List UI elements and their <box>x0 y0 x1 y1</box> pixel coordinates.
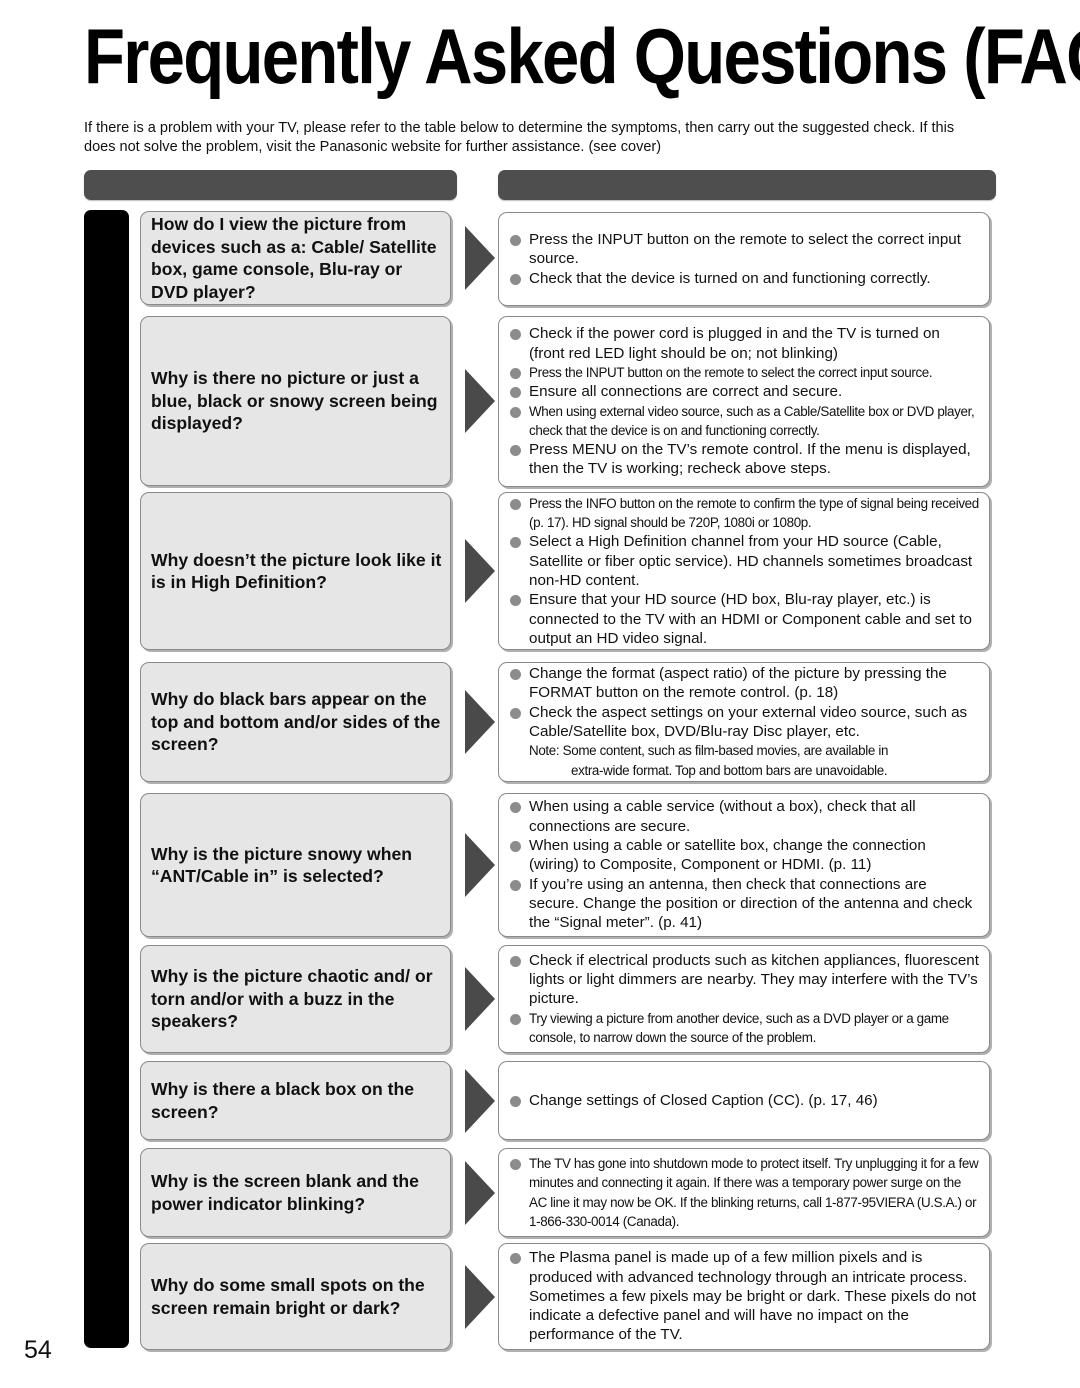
answer-bullet-item: Check if the power cord is plugged in an… <box>509 324 979 363</box>
answer-list: The TV has gone into shutdown mode to pr… <box>509 1154 979 1231</box>
question-text: Why is the screen blank and the power in… <box>151 1171 419 1214</box>
answer-list: Check if the power cord is plugged in an… <box>509 324 979 478</box>
answer-bullet-item: When using a cable or satellite box, cha… <box>509 836 979 875</box>
answer-bullet-item: Change the format (aspect ratio) of the … <box>509 664 979 703</box>
answer-bullet-item: Ensure that your HD source (HD box, Blu-… <box>509 590 979 648</box>
answer-bullet-item: Press the INPUT button on the remote to … <box>509 363 979 382</box>
answer-bullet-item: Press MENU on the TV’s remote control. I… <box>509 440 979 479</box>
answer-bullet-item: Press the INFO button on the remote to c… <box>509 494 979 533</box>
answer-bullet-item: When using a cable service (without a bo… <box>509 797 979 836</box>
answer-bullet-item: Change settings of Closed Caption (CC). … <box>509 1091 979 1110</box>
answer-list: When using a cable service (without a bo… <box>509 797 979 932</box>
question-text: Why is the picture snowy when “ANT/Cable… <box>151 843 413 887</box>
question-text: Why is there a black box on the screen? <box>151 1079 414 1122</box>
answer-list: The Plasma panel is made up of a few mil… <box>509 1248 979 1344</box>
section-tab-bar <box>84 210 129 1348</box>
arrow-right-icon <box>465 1068 495 1133</box>
remedy-column-header <box>498 170 996 200</box>
answer-bullet-item: The TV has gone into shutdown mode to pr… <box>509 1154 979 1231</box>
question-box: Why doesn’t the picture look like it is … <box>140 492 451 650</box>
answer-bullet-item: Select a High Definition channel from yo… <box>509 532 979 590</box>
question-text: Why doesn’t the picture look like it is … <box>151 549 442 593</box>
question-box: Why is there a black box on the screen? <box>140 1061 451 1140</box>
answer-bullet-item: If you’re using an antenna, then check t… <box>509 875 979 933</box>
answer-list: Check if electrical products such as kit… <box>509 951 979 1047</box>
answer-bullet-item: Try viewing a picture from another devic… <box>509 1009 979 1048</box>
arrow-right-icon <box>465 690 495 754</box>
answer-list: Change the format (aspect ratio) of the … <box>509 664 979 780</box>
arrow-right-icon <box>465 967 495 1031</box>
question-text: Why do some small spots on the screen re… <box>151 1275 425 1318</box>
answer-bullet-item: Check that the device is turned on and f… <box>509 269 979 288</box>
question-box: Why is there no picture or just a blue, … <box>140 316 451 486</box>
answer-box: The TV has gone into shutdown mode to pr… <box>498 1148 990 1237</box>
answer-bullet-item: When using external video source, such a… <box>509 402 979 441</box>
answer-box: Press the INFO button on the remote to c… <box>498 492 990 650</box>
question-box: Why is the screen blank and the power in… <box>140 1148 451 1237</box>
symptom-column-header <box>84 170 457 200</box>
arrow-right-icon <box>465 539 495 603</box>
answer-bullet-item: The Plasma panel is made up of a few mil… <box>509 1248 979 1344</box>
question-text: Why do black bars appear on the top and … <box>151 689 441 755</box>
question-box: How do I view the picture from devices s… <box>140 211 451 305</box>
intro-paragraph: If there is a problem with your TV, plea… <box>84 120 955 155</box>
answer-bullet-item: Press the INPUT button on the remote to … <box>509 230 979 269</box>
question-box: Why is the picture chaotic and/ or torn … <box>140 945 451 1053</box>
question-box: Why do some small spots on the screen re… <box>140 1243 451 1350</box>
question-text: Why is there no picture or just a blue, … <box>151 368 438 434</box>
page-title: Frequently Asked Questions (FAQ) <box>84 12 1080 100</box>
answer-box: Check if the power cord is plugged in an… <box>498 316 990 487</box>
note-label: Note: <box>529 743 560 759</box>
arrow-right-icon <box>465 1160 495 1225</box>
answer-box: Change settings of Closed Caption (CC). … <box>498 1061 990 1140</box>
answer-list: Press the INFO button on the remote to c… <box>509 494 979 648</box>
answer-bullet-item: Check the aspect settings on your extern… <box>509 703 979 742</box>
question-text: Why is the picture chaotic and/ or torn … <box>151 966 433 1032</box>
arrow-right-icon <box>465 369 495 433</box>
question-box: Why do black bars appear on the top and … <box>140 662 451 782</box>
answer-bullet-item: Check if electrical products such as kit… <box>509 951 979 1009</box>
question-text: How do I view the picture from devices s… <box>151 214 437 302</box>
answer-box: Change the format (aspect ratio) of the … <box>498 662 990 782</box>
answer-list: Change settings of Closed Caption (CC). … <box>509 1091 979 1110</box>
arrow-right-icon <box>465 833 495 897</box>
answer-list: Press the INPUT button on the remote to … <box>509 230 979 288</box>
answer-note: Note: Some content, such as film-based m… <box>509 741 979 780</box>
note-line-2: extra-wide format. Top and bottom bars a… <box>571 762 888 778</box>
answer-bullet-item: Ensure all connections are correct and s… <box>509 382 979 401</box>
question-box: Why is the picture snowy when “ANT/Cable… <box>140 793 451 937</box>
answer-box: When using a cable service (without a bo… <box>498 793 990 937</box>
arrow-right-icon <box>465 226 495 290</box>
note-line-1: Some content, such as film-based movies,… <box>562 743 889 759</box>
page-number: 54 <box>24 1336 52 1364</box>
answer-box: The Plasma panel is made up of a few mil… <box>498 1243 990 1350</box>
answer-box: Press the INPUT button on the remote to … <box>498 212 990 306</box>
answer-box: Check if electrical products such as kit… <box>498 945 990 1053</box>
arrow-right-icon <box>465 1264 495 1329</box>
